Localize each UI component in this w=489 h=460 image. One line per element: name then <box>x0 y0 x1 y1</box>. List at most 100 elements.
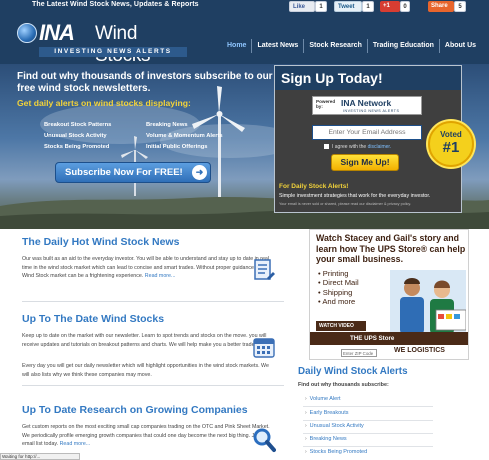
browser-status-bar: Waiting for http://... <box>0 453 80 460</box>
nav-trading-education[interactable]: Trading Education <box>366 39 439 53</box>
sidebar-divider <box>303 433 433 434</box>
voted-rank: #1 <box>442 139 460 156</box>
feature-item: Breaking News <box>146 122 188 128</box>
section-text-up-to-date: Keep up to date on the market with our n… <box>22 332 276 349</box>
section-paragraph: Keep up to date on the market with our n… <box>22 333 267 348</box>
agree-checkbox[interactable] <box>324 144 329 149</box>
chevron-right-icon: › <box>305 396 307 402</box>
section-title-up-to-date: Up To The Date Wind Stocks <box>22 313 165 325</box>
sidebar-title: Daily Wind Stock Alerts <box>298 366 408 377</box>
facebook-like-count: 1 <box>315 1 327 12</box>
section-divider <box>22 301 284 302</box>
ad-zip-input[interactable]: Enter ZIP Code <box>341 349 377 357</box>
chevron-right-icon: › <box>305 436 307 442</box>
facebook-like-button[interactable]: Like <box>289 1 315 12</box>
logo-ina-text: INA <box>39 20 75 45</box>
chevron-right-icon: › <box>305 410 307 416</box>
feature-item: Stocks Being Promoted <box>44 144 110 150</box>
voted-number-one-badge: Voted #1 <box>428 121 474 167</box>
signup-title: Sign Up Today! <box>275 66 461 90</box>
daily-alerts-text: Simple investment strategies that work f… <box>279 193 431 199</box>
ad-footer: Enter ZIP Code WE LOGISTICS <box>310 346 468 359</box>
share-count: 5 <box>454 1 466 12</box>
nav-home[interactable]: Home <box>222 39 251 53</box>
hero-subheadline: Get daily alerts on wind stocks displayi… <box>17 98 191 108</box>
agree-text: I agree with the <box>332 144 367 150</box>
google-plus-count: 0 <box>400 1 410 12</box>
voted-label: Voted <box>440 130 462 139</box>
read-more-link[interactable]: Read more... <box>60 441 91 447</box>
sidebar-divider <box>303 446 433 447</box>
tweet-button[interactable]: Tweet <box>334 1 362 12</box>
logo-wind-text: Wind Stocks <box>95 23 151 66</box>
read-more-link[interactable]: Read more... <box>145 273 176 279</box>
feature-item: Volume & Momentum Alerts <box>146 133 223 139</box>
nav-latest-news[interactable]: Latest News <box>251 39 303 53</box>
site-tagline: The Latest Wind Stock News, Updates & Re… <box>32 1 199 8</box>
feature-item: Unusual Stock Activity <box>44 133 107 139</box>
section-text-daily-news: Our was built as an aid to the everyday … <box>22 255 276 281</box>
privacy-fine-print: Your email is never sold or shared, plea… <box>279 202 412 206</box>
ad-service-item: • Printing <box>318 269 349 278</box>
feature-item: Initial Public Offerings <box>146 144 208 150</box>
chevron-right-icon: › <box>305 423 307 429</box>
google-plus-button[interactable]: +1 <box>380 1 400 12</box>
sidebar-divider <box>303 420 433 421</box>
chevron-right-icon: › <box>305 449 307 455</box>
ad-logistics-logo: WE LOGISTICS <box>394 347 445 354</box>
daily-alerts-title: For Daily Stock Alerts! <box>279 183 349 190</box>
ad-store-bar: THE UPS Store <box>310 332 468 345</box>
ups-store-ad[interactable]: Watch Stacey and Gail's story and learn … <box>309 229 469 360</box>
section-divider <box>22 385 284 386</box>
ad-service-item: • Direct Mail <box>318 278 359 288</box>
calendar-icon <box>253 338 275 358</box>
disclaimer-link[interactable]: disclaimer. <box>368 144 392 150</box>
subscribe-button[interactable]: Subscribe Now For FREE! ➜ <box>55 162 211 183</box>
section-title-daily-news: The Daily Hot Wind Stock News <box>22 236 180 248</box>
sidebar-link-stocks-promoted[interactable]: › Stocks Being Promoted <box>305 449 367 455</box>
ad-people-illustration <box>390 270 466 334</box>
globe-icon <box>17 23 37 43</box>
sidebar-link-volume-alert[interactable]: › Volume Alert <box>305 396 341 402</box>
nav-about-us[interactable]: About Us <box>438 39 481 53</box>
sidebar-divider <box>303 406 433 407</box>
logo-subtitle: INVESTING NEWS ALERTS <box>39 47 187 57</box>
ad-service-item: • And more <box>318 296 356 306</box>
tweet-count: 1 <box>362 1 374 12</box>
ad-service-list: • Printing • Direct Mail • Shipping • An… <box>318 269 359 306</box>
disclaimer-agree: I agree with the disclaimer. <box>324 144 391 150</box>
sidebar-link-breaking-news[interactable]: › Breaking News <box>305 436 347 442</box>
hero-banner: Find out why thousands of investors subs… <box>0 64 489 229</box>
sidebar-link-label: Volume Alert <box>309 396 341 402</box>
share-button[interactable]: Share <box>428 1 454 12</box>
ad-watch-video-button[interactable]: WATCH VIDEO <box>316 321 366 331</box>
ad-headline: Watch Stacey and Gail's story and learn … <box>316 233 466 264</box>
ad-service-item: • Shipping <box>318 287 353 297</box>
powered-by-badge: Powered by: INA Network INVESTING NEWS A… <box>312 96 422 115</box>
sidebar-link-label: Unusual Stock Activity <box>309 423 364 429</box>
magnifier-icon <box>253 428 276 452</box>
document-icon <box>254 259 275 280</box>
sidebar-subtitle: Find out why thousands subscribe: <box>298 382 389 388</box>
main-nav: Home Latest News Stock Research Trading … <box>222 39 481 53</box>
sign-me-up-button[interactable]: Sign Me Up! <box>331 154 399 171</box>
feature-item: Breakout Stock Patterns <box>44 122 112 128</box>
powered-by-name: INA Network <box>341 98 392 108</box>
section-text-research: Get custom reports on the most exciting … <box>22 423 276 449</box>
sidebar-link-early-breakouts[interactable]: › Early Breakouts <box>305 410 349 416</box>
site-header: INA Wind Stocks INVESTING NEWS ALERTS Ho… <box>0 14 489 66</box>
powered-by-label: Powered by: <box>316 99 336 109</box>
sidebar-link-label: Breaking News <box>309 436 347 442</box>
hero-headline: Find out why thousands of investors subs… <box>17 71 273 94</box>
subscribe-button-label: Subscribe Now For FREE! <box>65 167 183 178</box>
arrow-right-icon: ➜ <box>192 165 207 180</box>
sidebar-link-label: Early Breakouts <box>309 410 349 416</box>
site-logo[interactable]: INA Wind Stocks INVESTING NEWS ALERTS <box>17 20 192 66</box>
section-paragraph: Every day you will get our daily newslet… <box>22 363 269 378</box>
sidebar-link-unusual-activity[interactable]: › Unusual Stock Activity <box>305 423 364 429</box>
sidebar-link-label: Stocks Being Promoted <box>309 449 368 455</box>
nav-stock-research[interactable]: Stock Research <box>303 39 367 53</box>
section-title-research: Up To Date Research on Growing Companies <box>22 404 248 416</box>
top-bar: The Latest Wind Stock News, Updates & Re… <box>0 0 489 14</box>
email-input[interactable] <box>312 125 422 140</box>
